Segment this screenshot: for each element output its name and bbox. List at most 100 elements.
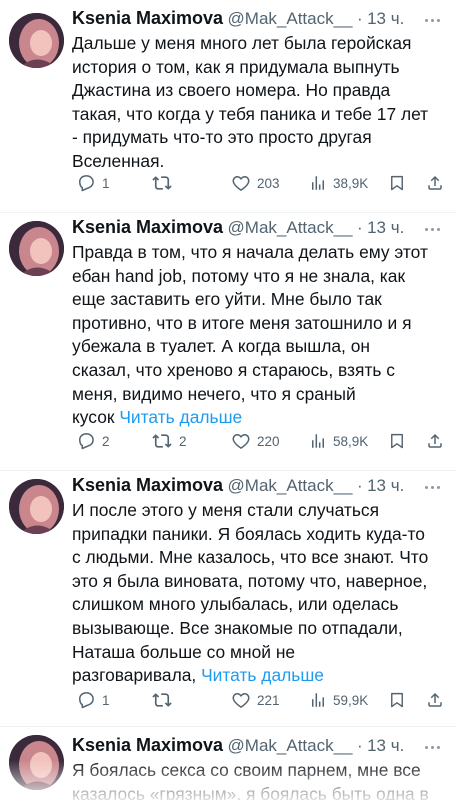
views-icon (312, 434, 324, 448)
tweet-line: история о том, как я придумала выпнуть (72, 56, 400, 77)
retweet-button[interactable] (151, 172, 179, 194)
tweet-line: еще заставить его уйти. Мне было так (72, 289, 382, 310)
views-count: 38,9K (333, 175, 369, 191)
more-icon[interactable] (422, 220, 444, 240)
tweet[interactable]: Ksenia Maximova @Mak_Attack__ · 13 ч. И … (0, 470, 456, 726)
separator-dot: · (356, 9, 363, 28)
timestamp[interactable]: 13 ч. (367, 218, 404, 237)
tweet-line: слишком много улыбалась, или оделась (72, 594, 399, 615)
timestamp[interactable]: 13 ч. (367, 736, 404, 755)
tweet-line: ебан hand job, потому что я не знала, ка… (72, 265, 406, 286)
more-icon[interactable] (422, 478, 444, 498)
read-more-link[interactable]: Читать дальше (201, 665, 324, 685)
avatar[interactable] (9, 479, 64, 534)
separator-dot: · (356, 736, 363, 755)
avatar[interactable] (9, 13, 64, 68)
retweet-button[interactable] (151, 689, 179, 711)
tweet-text: Дальше у меня много лет была геройская и… (72, 32, 446, 174)
views-count: 58,9K (333, 433, 369, 449)
tweet-line: вызывающе. Все знакомые по отпадали, (72, 617, 403, 638)
tweet-line: казалось «грязным», я боялась быть одна … (72, 783, 429, 800)
tweet-text: Я боялась секса со своим парнем, мне все… (72, 759, 446, 800)
avatar-image (9, 13, 64, 68)
like-button[interactable]: 220 (231, 430, 280, 452)
tweet-line: такая, что когда у тебя паника и тебе 17… (72, 103, 429, 124)
avatar-image (9, 735, 64, 790)
tweet-line-end: кусок (72, 407, 115, 428)
avatar[interactable] (9, 221, 64, 276)
reply-button[interactable]: 1 (76, 689, 110, 711)
avatar[interactable] (9, 735, 64, 790)
heart-icon (232, 693, 250, 708)
share-button[interactable] (426, 172, 444, 194)
views-icon (312, 176, 324, 190)
reply-button[interactable]: 1 (76, 172, 110, 194)
tweet-text: Правда в том, что я начала делать ему эт… (72, 241, 446, 430)
share-button[interactable] (426, 430, 444, 452)
separator-dot: · (356, 218, 363, 237)
bookmark-button[interactable] (388, 689, 406, 711)
tweet-line: убежала в туалет. А когда вышла, он (72, 336, 370, 357)
share-icon (428, 175, 442, 190)
retweet-icon (152, 434, 172, 448)
reply-count: 1 (102, 692, 110, 708)
tweet-line: разговаривала, Читать дальше (72, 664, 446, 688)
author-name[interactable]: Ksenia Maximova (72, 8, 223, 28)
more-icon[interactable] (422, 11, 444, 31)
tweet-line: меня, видимо нечего, что я сраный (72, 383, 356, 404)
bookmark-icon (391, 433, 403, 449)
tweet-line: сказал, что хреново я стараюсь, взять с (72, 359, 395, 380)
author-handle[interactable]: @Mak_Attack__ (228, 736, 353, 755)
share-icon (428, 433, 442, 448)
author-handle[interactable]: @Mak_Attack__ (228, 9, 353, 28)
heart-icon (232, 176, 250, 191)
tweet-line: Вселенная. (72, 150, 165, 171)
reply-icon (79, 692, 94, 709)
reply-count: 1 (102, 175, 110, 191)
reply-count: 2 (102, 433, 110, 449)
heart-icon (232, 434, 250, 449)
tweet[interactable]: Ksenia Maximova @Mak_Attack__ · 13 ч. Пр… (0, 212, 456, 470)
views-icon (312, 693, 324, 707)
retweet-button[interactable]: 2 (151, 430, 187, 452)
bookmark-icon (391, 175, 403, 191)
author-handle[interactable]: @Mak_Attack__ (228, 218, 353, 237)
tweet-line-end: разговаривала, (72, 665, 197, 686)
like-button[interactable]: 203 (231, 172, 280, 194)
read-more-link[interactable]: Читать дальше (119, 407, 242, 427)
share-icon (428, 692, 442, 707)
tweet-line: Я боялась секса со своим парнем, мне все (72, 760, 421, 780)
tweet-line: - придумать что-то это просто другая (72, 127, 372, 148)
tweet-line: с людьми. Мне казалось, что все знают. Ч… (72, 547, 429, 568)
tweet-line: противно, что в итоге меня затошнило и я (72, 312, 412, 333)
tweet-actions: 2 2 220 58,9K (72, 430, 446, 452)
share-button[interactable] (426, 689, 444, 711)
tweet[interactable]: Ksenia Maximova @Mak_Attack__ · 13 ч. Да… (0, 0, 456, 212)
reply-icon (79, 175, 94, 192)
tweet-actions: 1 221 59,9K (72, 689, 446, 711)
like-count: 220 (257, 433, 280, 449)
retweet-count: 2 (179, 433, 187, 449)
tweet-line: Дальше у меня много лет была геройская (72, 33, 412, 53)
tweet[interactable]: Ksenia Maximova @Mak_Attack__ · 13 ч. Я … (0, 726, 456, 800)
tweet-line: припадки паники. Я боялась ходить куда-т… (72, 523, 425, 544)
tweet-line: Правда в том, что я начала делать ему эт… (72, 242, 428, 262)
timestamp[interactable]: 13 ч. (367, 476, 404, 495)
author-name[interactable]: Ksenia Maximova (72, 475, 223, 495)
like-button[interactable]: 221 (231, 689, 280, 711)
views-button[interactable]: 59,9K (309, 689, 368, 711)
author-handle[interactable]: @Mak_Attack__ (228, 476, 353, 495)
retweet-icon (152, 176, 172, 190)
views-button[interactable]: 38,9K (309, 172, 368, 194)
views-button[interactable]: 58,9K (309, 430, 368, 452)
reply-button[interactable]: 2 (76, 430, 110, 452)
more-icon[interactable] (422, 738, 444, 758)
bookmark-button[interactable] (388, 430, 406, 452)
author-name[interactable]: Ksenia Maximova (72, 217, 223, 237)
avatar-image (9, 221, 64, 276)
bookmark-button[interactable] (388, 172, 406, 194)
retweet-icon (152, 693, 172, 707)
timestamp[interactable]: 13 ч. (367, 9, 404, 28)
tweet-line: это я была виновата, потому что, наверно… (72, 570, 428, 591)
author-name[interactable]: Ksenia Maximova (72, 735, 223, 755)
